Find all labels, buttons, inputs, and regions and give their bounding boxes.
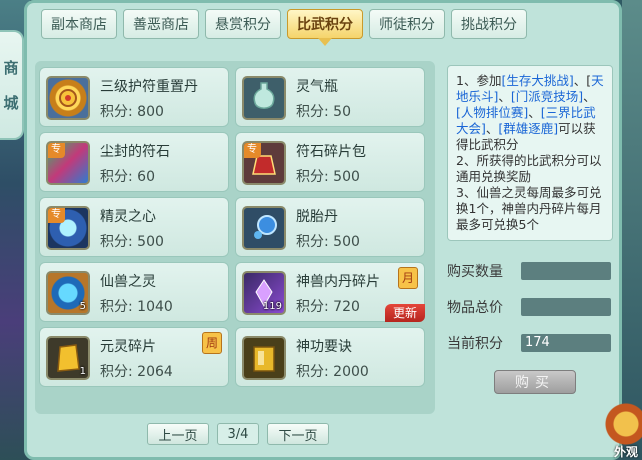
score-shop-panel: 副本商店 善恶商店 悬赏积分 比武积分 师徒积分 挑战积分 三级护符重置丹 积分…: [24, 0, 622, 460]
item-name: 神兽内丹碎片: [296, 274, 380, 290]
primal-fragment-icon: 1: [46, 336, 90, 380]
exclusive-badge: 专: [48, 208, 65, 223]
item-list: 三级护符重置丹 积分: 800 灵气瓶 积分: 50 专 尘封的符石 积分: 6…: [35, 61, 435, 414]
info-text: 、: [485, 121, 499, 136]
info-text: 、[: [573, 73, 592, 88]
shop-side-tab[interactable]: 商 城: [0, 30, 24, 140]
item-count: 5: [79, 301, 86, 312]
rules-description: 1、参加[生存大挑战]、[天地乐斗]、[门派竞技场]、[人物排位赛]、[三界比武…: [447, 65, 613, 241]
side-tab-char-1: 商: [3, 59, 19, 77]
item-name: 三级护符重置丹: [100, 79, 198, 95]
item-card[interactable]: 灵气瓶 积分: 50: [235, 67, 425, 127]
item-name: 脱胎丹: [296, 209, 338, 225]
quantity-field[interactable]: [521, 262, 611, 280]
item-name: 灵气瓶: [296, 79, 338, 95]
item-score: 积分: 50: [296, 104, 351, 120]
quantity-row: 购买数量: [447, 261, 611, 281]
item-name: 神功要诀: [296, 339, 352, 355]
item-card[interactable]: 三级护符重置丹 积分: 800: [39, 67, 229, 127]
quantity-label: 购买数量: [447, 264, 503, 280]
item-card[interactable]: 1 元灵碎片 积分: 2064 周: [39, 327, 229, 387]
item-card[interactable]: 119 神兽内丹碎片 积分: 720 月 更新: [235, 262, 425, 322]
info-text: 2、所获得的比武积分可以通用兑换奖励: [456, 153, 602, 184]
amulet-pill-icon: [46, 76, 90, 120]
item-score: 积分: 2000: [296, 364, 369, 380]
item-name: 尘封的符石: [100, 144, 170, 160]
rune-fragment-bag-icon: 专: [242, 141, 286, 185]
exclusive-badge: 专: [244, 143, 261, 158]
item-score: 积分: 500: [100, 234, 164, 250]
tab-dungeon-shop[interactable]: 副本商店: [41, 9, 117, 39]
page-indicator: 3/4: [217, 423, 259, 445]
item-score: 积分: 500: [296, 234, 360, 250]
item-count: 119: [262, 301, 282, 312]
item-card[interactable]: 专 尘封的符石 积分: 60: [39, 132, 229, 192]
info-text: 、: [528, 105, 541, 120]
side-tab-char-2: 城: [3, 94, 19, 112]
activity-link[interactable]: [门派竞技场]: [511, 89, 583, 104]
beast-soul-icon: 5: [46, 271, 90, 315]
item-count: 1: [79, 366, 86, 377]
item-score: 积分: 60: [100, 169, 155, 185]
item-score: 积分: 800: [100, 104, 164, 120]
tab-bar: 副本商店 善恶商店 悬赏积分 比武积分 师徒积分 挑战积分: [41, 9, 527, 39]
total-price-value: [521, 298, 611, 316]
buy-button[interactable]: 购买: [494, 370, 576, 394]
rune-stone-icon: 专: [46, 141, 90, 185]
activity-link[interactable]: [人物排位赛]: [456, 105, 528, 120]
current-points-row: 当前积分 174: [447, 333, 611, 353]
rebirth-pill-icon: [242, 206, 286, 250]
activity-link[interactable]: [生存大挑战]: [501, 73, 573, 88]
skill-manual-icon: [242, 336, 286, 380]
spirit-vase-icon: [242, 76, 286, 120]
item-card[interactable]: 专 符石碎片包 积分: 500: [235, 132, 425, 192]
prev-page-button[interactable]: 上一页: [147, 423, 209, 445]
current-points-value: 174: [521, 334, 611, 352]
total-price-row: 物品总价: [447, 297, 611, 317]
item-name: 仙兽之灵: [100, 274, 156, 290]
item-name: 精灵之心: [100, 209, 156, 225]
current-points-label: 当前积分: [447, 336, 503, 352]
item-card[interactable]: 5 仙兽之灵 积分: 1040: [39, 262, 229, 322]
weekly-limit-tag: 周: [202, 332, 222, 354]
tab-mentor-points[interactable]: 师徒积分: [369, 9, 445, 39]
tab-bounty-points[interactable]: 悬赏积分: [205, 9, 281, 39]
beast-core-fragment-icon: 119: [242, 271, 286, 315]
appearance-label: 外观: [613, 445, 638, 459]
tab-challenge-points[interactable]: 挑战积分: [451, 9, 527, 39]
item-name: 符石碎片包: [296, 144, 366, 160]
total-price-label: 物品总价: [447, 300, 503, 316]
info-text: 、: [583, 89, 596, 104]
item-score: 积分: 1040: [100, 299, 173, 315]
item-card[interactable]: 神功要诀 积分: 2000: [235, 327, 425, 387]
updated-badge: 更新: [385, 304, 425, 322]
background-right: [622, 0, 642, 460]
tab-karma-shop[interactable]: 善恶商店: [123, 9, 199, 39]
activity-link[interactable]: [群雄逐鹿]: [498, 121, 558, 136]
exclusive-badge: 专: [48, 143, 65, 158]
next-page-button[interactable]: 下一页: [267, 423, 329, 445]
item-score: 积分: 500: [296, 169, 360, 185]
spirit-heart-icon: 专: [46, 206, 90, 250]
pagination: 上一页 3/4 下一页: [147, 423, 329, 445]
item-score: 积分: 720: [296, 299, 360, 315]
item-name: 元灵碎片: [100, 339, 156, 355]
info-text: 、: [498, 89, 511, 104]
item-card[interactable]: 专 精灵之心 积分: 500: [39, 197, 229, 257]
item-score: 积分: 2064: [100, 364, 173, 380]
item-card[interactable]: 脱胎丹 积分: 500: [235, 197, 425, 257]
tab-arena-points[interactable]: 比武积分: [287, 9, 363, 39]
info-text: 1、参加: [456, 73, 502, 88]
monthly-limit-tag: 月: [398, 267, 418, 289]
info-text: 3、仙兽之灵每周最多可兑换1个，神兽内丹碎片每月最多可兑换5个: [456, 185, 602, 232]
